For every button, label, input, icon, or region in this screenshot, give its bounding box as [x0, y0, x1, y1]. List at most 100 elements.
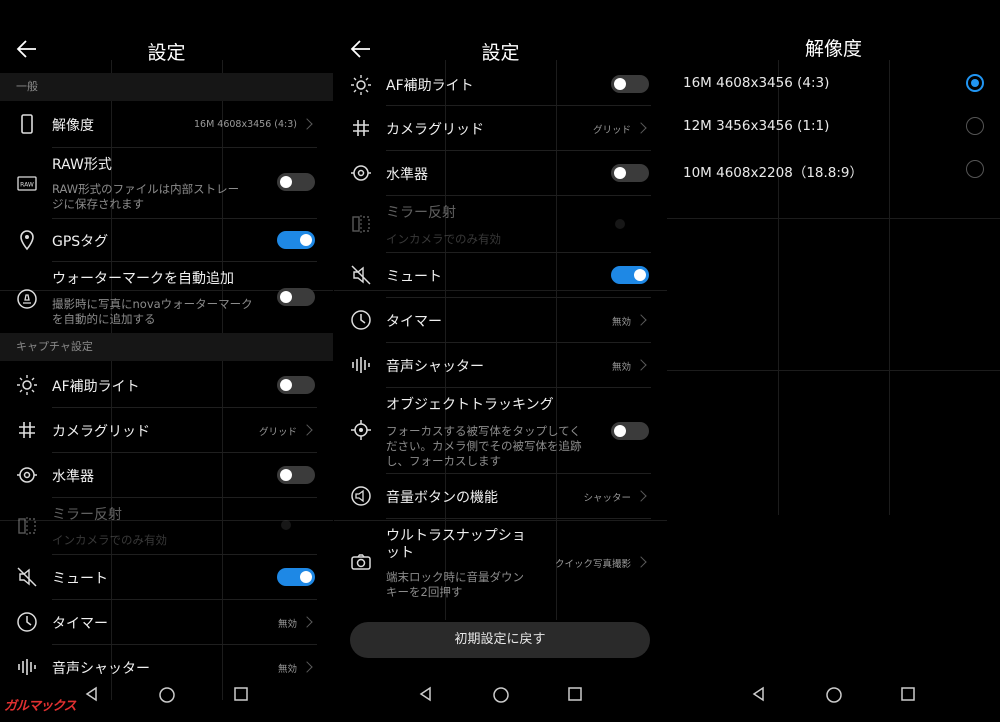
- resolution-option-label: 16M 4608x3456 (4:3): [683, 75, 830, 91]
- tracking-sub-2: ださい。カメラ側でその被写体を追跡: [386, 439, 582, 453]
- mute-icon: [351, 265, 371, 285]
- radio-selected[interactable]: [966, 74, 984, 92]
- brightness-icon: [17, 375, 37, 395]
- nav-home-icon[interactable]: [492, 686, 510, 704]
- setting-ultra-snapshot[interactable]: ウルトラスナップショ ット 端末ロック時に音量ダウン キーを2回押す クイック写…: [334, 519, 667, 603]
- nav-back-icon[interactable]: [418, 686, 434, 702]
- nav-bar: [334, 672, 667, 722]
- nav-home-icon[interactable]: [825, 686, 843, 704]
- mute-toggle[interactable]: [277, 568, 315, 586]
- setting-grid[interactable]: カメラグリッド グリッド: [0, 408, 333, 452]
- mute-label: ミュート: [386, 269, 442, 285]
- setting-mute[interactable]: ミュート: [0, 555, 333, 599]
- nav-recents-icon[interactable]: [900, 686, 916, 702]
- gps-toggle[interactable]: [277, 231, 315, 249]
- tracking-toggle[interactable]: [611, 422, 649, 440]
- resolution-option-label: 10M 4608x2208（18.8:9）: [683, 165, 864, 181]
- camera-icon: [351, 554, 371, 570]
- radio-unselected[interactable]: [966, 117, 984, 135]
- settings-panel-scrolled: 設定 AF補助ライト カメラグリッド グリッド 水準器 ミラー反射 インカメラで…: [334, 0, 667, 722]
- af-toggle[interactable]: [277, 376, 315, 394]
- setting-af-light[interactable]: AF補助ライト: [0, 363, 333, 407]
- voice-shutter-label: 音声シャッター: [386, 359, 484, 375]
- svg-text:RAW: RAW: [20, 182, 34, 189]
- timer-label: タイマー: [52, 616, 108, 632]
- nav-recents-icon[interactable]: [233, 686, 249, 702]
- setting-timer[interactable]: タイマー 無効: [334, 298, 667, 342]
- timer-value: 無効: [277, 619, 297, 630]
- level-icon: [351, 165, 371, 181]
- timer-label: タイマー: [386, 314, 442, 330]
- raw-sub-2: ジに保存されます: [52, 197, 144, 211]
- snapshot-label-2: ット: [386, 545, 414, 561]
- tracking-sub-1: フォーカスする被写体をタップしてく: [386, 424, 581, 438]
- nav-back-icon[interactable]: [84, 686, 100, 702]
- volume-button-label: 音量ボタンの機能: [386, 490, 498, 506]
- resolution-option-1[interactable]: 12M 3456x3456 (1:1): [667, 108, 1000, 144]
- resolution-label: 解像度: [52, 118, 94, 134]
- grid-icon: [353, 120, 369, 136]
- level-toggle[interactable]: [611, 164, 649, 182]
- brightness-icon: [351, 75, 371, 95]
- raw-toggle[interactable]: [277, 173, 315, 191]
- section-general: 一般: [0, 73, 333, 101]
- timer-value: 無効: [611, 317, 631, 328]
- resolution-option-2[interactable]: 10M 4608x2208（18.8:9）: [667, 151, 1000, 187]
- mirror-icon: [18, 517, 36, 535]
- watermark-sub-2: を自動的に追加する: [52, 312, 156, 326]
- mirror-sub: インカメラでのみ有効: [52, 533, 167, 547]
- volume-icon: [351, 486, 371, 506]
- location-pin-icon: [20, 230, 34, 251]
- chevron-right-icon: [635, 314, 647, 326]
- resolution-value: 16M 4608x3456 (4:3): [193, 119, 297, 130]
- setting-resolution[interactable]: 解像度 16M 4608x3456 (4:3): [0, 101, 333, 147]
- tracking-sub-3: し、フォーカスします: [386, 454, 501, 468]
- page-title: 設定: [481, 42, 520, 64]
- watermark-toggle[interactable]: [277, 288, 315, 306]
- setting-af-light[interactable]: AF補助ライト: [334, 72, 667, 100]
- raw-sub-1: RAW形式のファイルは内部ストレー: [52, 182, 240, 196]
- mute-toggle[interactable]: [611, 266, 649, 284]
- resolution-option-0[interactable]: 16M 4608x3456 (4:3): [667, 66, 1000, 102]
- nav-recents-icon[interactable]: [567, 686, 583, 702]
- nav-bar: [667, 672, 1000, 722]
- setting-watermark[interactable]: ウォーターマークを自動追加 撮影時に写真にnovaウォーターマーク を自動的に追…: [0, 262, 333, 332]
- setting-raw[interactable]: RAW RAW形式 RAW形式のファイルは内部ストレー ジに保存されます: [0, 148, 333, 218]
- reset-defaults-button[interactable]: 初期設定に戻す: [350, 622, 650, 658]
- setting-voice-shutter[interactable]: 音声シャッター 無効: [334, 343, 667, 387]
- watermark-icon: [17, 289, 37, 309]
- grid-label: カメラグリッド: [52, 424, 150, 440]
- setting-mirror: ミラー反射 インカメラでのみ有効: [334, 196, 667, 252]
- chevron-right-icon: [635, 490, 647, 502]
- setting-grid[interactable]: カメラグリッド グリッド: [334, 106, 667, 150]
- level-toggle[interactable]: [277, 466, 315, 484]
- setting-volume-button[interactable]: 音量ボタンの機能 シャッター: [334, 474, 667, 518]
- grid-value: グリッド: [258, 427, 297, 438]
- af-toggle[interactable]: [611, 75, 649, 93]
- mirror-disabled-toggle: [281, 520, 291, 530]
- mute-icon: [17, 567, 37, 587]
- watermark-sub-1: 撮影時に写真にnovaウォーターマーク: [52, 297, 253, 311]
- radio-unselected[interactable]: [966, 160, 984, 178]
- setting-timer[interactable]: タイマー 無効: [0, 600, 333, 644]
- waveform-icon: [352, 357, 370, 373]
- setting-mirror: ミラー反射 インカメラでのみ有効: [0, 498, 333, 554]
- nav-home-icon[interactable]: [158, 686, 176, 704]
- snapshot-sub-1: 端末ロック時に音量ダウン: [386, 570, 524, 584]
- setting-gps[interactable]: GPSタグ: [0, 219, 333, 261]
- mute-label: ミュート: [52, 571, 108, 587]
- voice-shutter-value: 無効: [611, 362, 631, 373]
- nav-back-icon[interactable]: [751, 686, 767, 702]
- site-watermark-logo: ガルマックス: [4, 699, 77, 714]
- setting-level[interactable]: 水準器: [0, 453, 333, 497]
- grid-label: カメラグリッド: [386, 122, 484, 138]
- clock-icon: [17, 612, 37, 632]
- chevron-right-icon: [301, 661, 313, 673]
- page-title: 解像度: [804, 38, 862, 60]
- chevron-right-icon: [635, 122, 647, 134]
- setting-object-tracking[interactable]: オブジェクトトラッキング フォーカスする被写体をタップしてく ださい。カメラ側で…: [334, 388, 667, 472]
- chevron-right-icon: [301, 424, 313, 436]
- setting-mute[interactable]: ミュート: [334, 253, 667, 297]
- header: 設定: [0, 22, 333, 76]
- setting-level[interactable]: 水準器: [334, 151, 667, 195]
